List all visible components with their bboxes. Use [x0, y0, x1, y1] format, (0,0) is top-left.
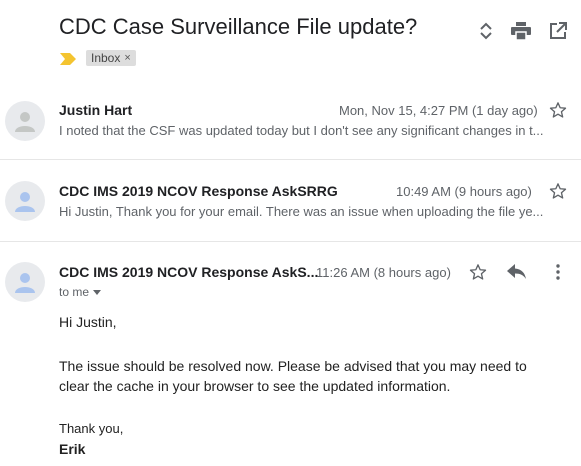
print-icon[interactable] — [510, 20, 532, 42]
remove-label-button[interactable]: × — [124, 50, 130, 66]
open-in-new-window-icon[interactable] — [547, 20, 569, 42]
message-paragraph-line: clear the cache in your browser to see t… — [59, 378, 451, 394]
message-closing: Thank you, — [59, 421, 124, 436]
person-icon — [15, 273, 35, 293]
avatar — [5, 262, 45, 302]
star-icon[interactable] — [468, 262, 488, 282]
message-signature: Erik — [59, 441, 86, 457]
important-marker-icon[interactable] — [60, 52, 76, 70]
star-icon[interactable] — [548, 100, 568, 120]
message-date: 11:26 AM (8 hours ago) — [316, 265, 451, 280]
reply-icon[interactable] — [507, 262, 527, 282]
inbox-label-chip[interactable]: Inbox × — [86, 50, 136, 66]
sender-name[interactable]: Justin Hart — [59, 102, 132, 118]
caret-down-icon — [93, 289, 102, 295]
recipients-dropdown[interactable]: to me — [59, 285, 102, 299]
sender-name[interactable]: CDC IMS 2019 NCOV Response AskS... — [59, 264, 318, 280]
message-snippet[interactable]: I noted that the CSF was updated today b… — [59, 123, 564, 138]
divider — [0, 241, 581, 242]
person-icon — [15, 112, 35, 132]
message-snippet[interactable]: Hi Justin, Thank you for your email. The… — [59, 204, 564, 219]
thread-subject: CDC Case Surveillance File update? — [59, 14, 418, 39]
inbox-label-text: Inbox — [91, 51, 121, 65]
divider — [0, 159, 581, 160]
avatar — [5, 101, 45, 141]
unfold-icon[interactable] — [475, 20, 497, 42]
recipients-text: to me — [59, 285, 90, 299]
sender-name[interactable]: CDC IMS 2019 NCOV Response AskSRRG — [59, 183, 338, 199]
message-date: Mon, Nov 15, 4:27 PM (1 day ago) — [339, 103, 538, 118]
person-icon — [15, 192, 35, 212]
message-date: 10:49 AM (9 hours ago) — [396, 184, 532, 199]
star-icon[interactable] — [548, 181, 568, 201]
more-vert-icon[interactable] — [548, 262, 568, 282]
message-paragraph-line: The issue should be resolved now. Please… — [59, 358, 527, 374]
message-greeting: Hi Justin, — [59, 314, 117, 330]
avatar — [5, 181, 45, 221]
